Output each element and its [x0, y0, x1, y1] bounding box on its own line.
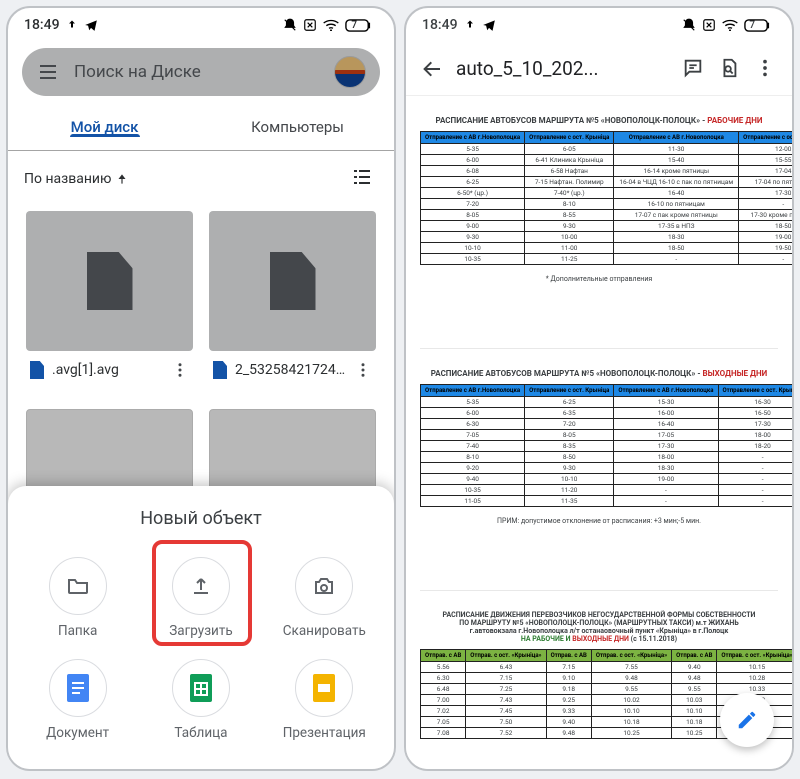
tab-my-disk[interactable]: Мой диск — [8, 118, 201, 136]
schedule-title: РАСПИСАНИЕ АВТОБУСОВ МАРШРУТА №5 «НОВОПО… — [420, 116, 778, 125]
tab-label: Мой диск — [71, 118, 139, 136]
tab-computers[interactable]: Компьютеры — [201, 118, 394, 136]
sheets-icon — [190, 674, 212, 702]
status-bar: 18:49 7 — [8, 8, 394, 42]
generic-file-icon — [87, 252, 133, 310]
tabs: Мой диск Компьютеры — [8, 104, 394, 150]
file-name: 2_532584217240508955... — [235, 362, 346, 378]
tab-label: Компьютеры — [251, 118, 344, 136]
more-icon[interactable] — [354, 361, 372, 379]
schedule-title: РАСПИСАНИЕ АВТОБУСОВ МАРШРУТА №5 «НОВОПО… — [420, 369, 778, 378]
more-icon[interactable] — [171, 361, 189, 379]
list-view-icon[interactable] — [350, 165, 378, 193]
slides-icon — [313, 674, 335, 702]
document-title: auto_5_10_202... — [456, 57, 670, 80]
silent-icon — [283, 18, 297, 32]
upload-status-icon — [464, 19, 476, 31]
drive-file-icon — [30, 361, 44, 379]
status-time: 18:49 — [422, 17, 458, 33]
highlight-upload — [152, 540, 252, 646]
action-slides[interactable]: Презентация — [263, 649, 386, 751]
status-bar: 18:49 7 — [406, 8, 792, 42]
schedule-table-workdays: Отправление с АВ г.НовополоцкаОтправлени… — [420, 131, 792, 265]
drive-file-icon — [213, 361, 227, 379]
upload-status-icon — [66, 19, 78, 31]
docs-icon — [67, 674, 89, 702]
sheet-title: Новый объект — [16, 508, 386, 529]
action-document[interactable]: Документ — [16, 649, 139, 751]
telegram-status-icon — [482, 18, 496, 32]
document-area[interactable]: РАСПИСАНИЕ АВТОБУСОВ МАРШРУТА №5 «НОВОПО… — [406, 96, 792, 769]
page-break — [420, 551, 778, 591]
file-name: .avg[1].avg — [52, 362, 163, 378]
avatar[interactable] — [334, 56, 366, 88]
action-label: Презентация — [283, 725, 366, 741]
search-placeholder: Поиск на Диске — [74, 62, 320, 82]
more-icon[interactable] — [754, 57, 778, 81]
phone-left-drive: 18:49 7 Поиск на Диске Мой диск Комп — [6, 6, 396, 771]
hamburger-icon[interactable] — [36, 60, 60, 84]
camera-icon — [312, 574, 336, 598]
comment-icon[interactable] — [682, 57, 706, 81]
sort-button[interactable]: По названию — [24, 171, 129, 187]
edit-fab[interactable] — [720, 693, 774, 747]
action-label: Документ — [46, 725, 109, 741]
folder-icon — [66, 574, 90, 598]
action-label: Папка — [58, 623, 97, 639]
sort-row: По названию — [8, 150, 394, 203]
close-box-icon — [303, 18, 317, 32]
action-folder[interactable]: Папка — [16, 547, 139, 649]
pencil-icon — [736, 709, 758, 731]
action-label: Таблица — [174, 725, 227, 741]
phone-right-viewer: 18:49 7 auto_5_10_202... РАСПИСАНИЕ АВТО… — [404, 6, 794, 771]
silent-icon — [682, 18, 696, 32]
wifi-icon — [722, 19, 738, 31]
back-icon[interactable] — [420, 57, 444, 81]
battery-icon: 7 — [345, 19, 378, 32]
page-break — [420, 309, 778, 349]
file-item[interactable]: 2_532584217240508955... — [201, 203, 384, 387]
close-box-icon — [702, 18, 716, 32]
sort-label: По названию — [24, 171, 111, 187]
footnote: * Дополнительные отправления — [420, 275, 778, 283]
new-object-sheet: Новый объект Папка Загрузить Сканировать… — [8, 486, 394, 769]
status-time: 18:49 — [24, 17, 60, 33]
footnote: ПРИМ: допустимое отклонение от расписани… — [420, 517, 778, 525]
battery-icon: 7 — [744, 19, 776, 32]
viewer-topbar: auto_5_10_202... — [406, 42, 792, 96]
file-thumbnail — [26, 211, 193, 351]
action-sheet[interactable]: Таблица — [139, 649, 262, 751]
schedule-title: РАСПИСАНИЕ ДВИЖЕНИЯ ПЕРЕВОЗЧИКОВ НЕГОСУД… — [420, 611, 778, 643]
find-in-page-icon[interactable] — [718, 57, 742, 81]
wifi-icon — [323, 19, 339, 31]
schedule-table-weekends: Отправление с АВ г.НовополоцкаОтправлени… — [420, 384, 792, 507]
file-thumbnail — [209, 211, 376, 351]
arrow-up-icon — [115, 172, 129, 186]
search-bar[interactable]: Поиск на Диске — [22, 48, 380, 96]
file-item[interactable]: .avg[1].avg — [18, 203, 201, 387]
generic-file-icon — [270, 252, 316, 310]
action-scan[interactable]: Сканировать — [263, 547, 386, 649]
action-label: Сканировать — [283, 623, 366, 639]
telegram-status-icon — [84, 18, 98, 32]
